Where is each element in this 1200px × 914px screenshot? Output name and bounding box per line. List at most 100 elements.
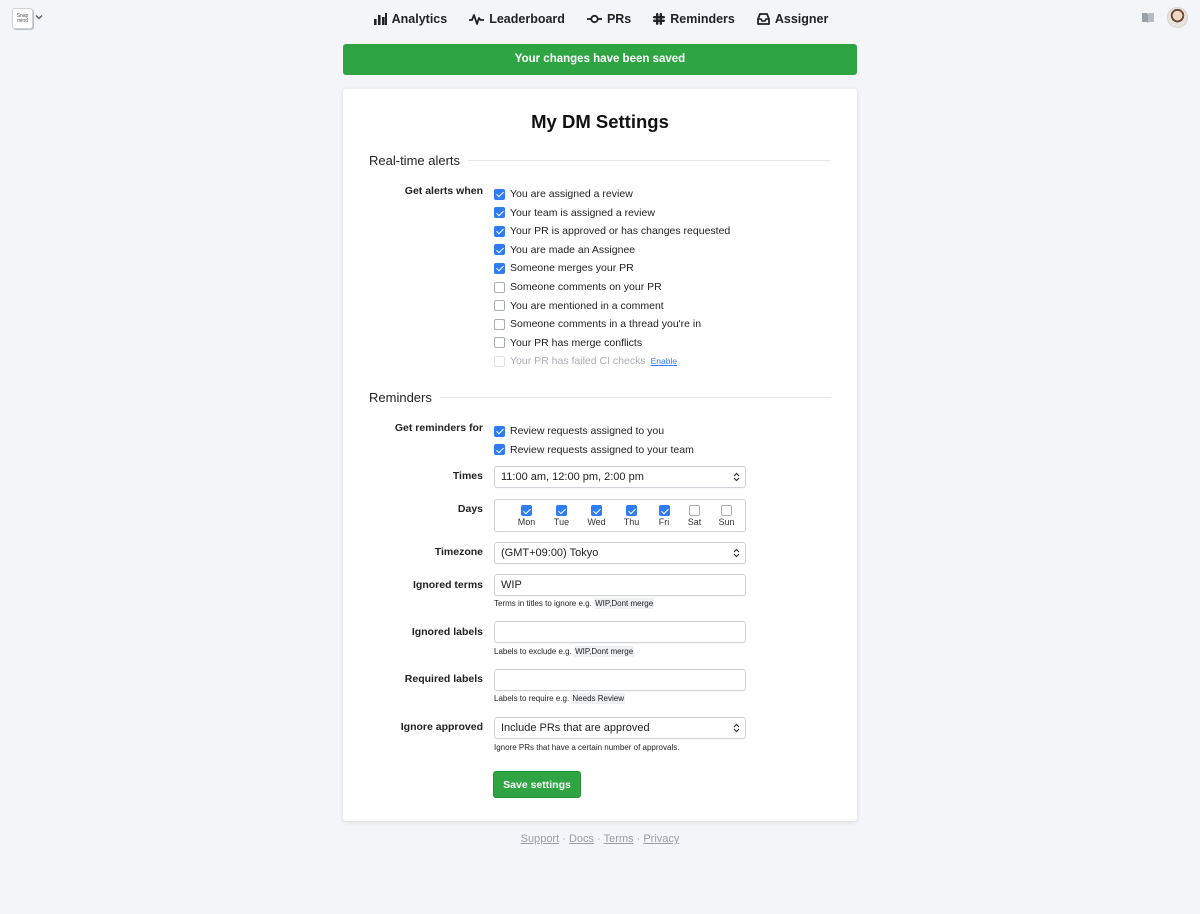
success-banner: Your changes have been saved — [343, 44, 857, 75]
reminder-option[interactable]: Review requests assigned to your team — [494, 444, 694, 456]
book-icon[interactable] — [1141, 12, 1155, 24]
day-tue[interactable]: Tue — [544, 500, 579, 531]
ignore-approved-select[interactable]: Include PRs that are approved — [494, 717, 746, 739]
checkbox-label: Review requests assigned to your team — [510, 443, 694, 456]
times-label: Times — [452, 470, 483, 482]
days-label: Days — [457, 503, 483, 515]
footer-separator: · — [559, 833, 569, 845]
required-labels-help-text: Labels to require e.g. — [494, 694, 570, 703]
page-title: My DM Settings — [531, 111, 669, 132]
ignored-labels-help: Labels to exclude e.g. WIP,Dont merge — [494, 646, 635, 657]
checkbox[interactable] — [689, 505, 700, 516]
top-navbar: Snap mind Analytics Leaderboard PRs Remi… — [0, 0, 1200, 38]
footer-link-docs[interactable]: Docs — [569, 833, 594, 845]
checkbox-label: Your team is assigned a review — [510, 206, 655, 219]
alert-option[interactable]: Someone comments on your PR — [494, 281, 662, 293]
select-arrows-icon — [733, 472, 740, 482]
ignored-terms-help: Terms in titles to ignore e.g. WIP,Dont … — [494, 598, 655, 609]
checkbox[interactable] — [494, 300, 505, 312]
checkbox[interactable] — [658, 505, 670, 516]
checkbox-label: You are made an Assignee — [510, 243, 636, 256]
alert-option[interactable]: You are made an Assignee — [494, 244, 635, 256]
times-select[interactable]: 11:00 am, 12:00 pm, 2:00 pm — [494, 466, 746, 488]
required-labels-input[interactable] — [494, 669, 746, 691]
timezone-select[interactable]: (GMT+09:00) Tokyo — [494, 542, 746, 564]
nav-leaderboard[interactable]: Leaderboard — [469, 12, 565, 26]
nav-prs[interactable]: PRs — [586, 12, 632, 26]
alert-option[interactable]: You are assigned a review — [494, 188, 633, 200]
section-divider — [439, 397, 831, 398]
day-label: Tue — [553, 517, 570, 527]
day-mon[interactable]: Mon — [509, 500, 544, 531]
get-alerts-label: Get alerts when — [404, 185, 483, 197]
day-thu[interactable]: Thu — [614, 500, 649, 531]
reminders-heading: Reminders — [369, 390, 831, 405]
checkbox[interactable] — [591, 505, 602, 516]
alert-option[interactable]: Your PR is approved or has changes reque… — [494, 225, 730, 237]
alert-option[interactable]: You are mentioned in a comment — [494, 300, 664, 312]
reminder-option[interactable]: Review requests assigned to you — [494, 425, 664, 437]
main-nav: Analytics Leaderboard PRs Reminders Assi… — [0, 0, 1200, 38]
ignore-approved-label: Ignore approved — [400, 721, 483, 733]
required-labels-example: Needs Review — [571, 693, 625, 704]
day-sun[interactable]: Sun — [710, 500, 743, 531]
ignore-approved-select-value: Include PRs that are approved — [501, 722, 650, 734]
checkbox[interactable] — [494, 225, 505, 237]
checkbox[interactable] — [494, 188, 505, 200]
nav-analytics[interactable]: Analytics — [373, 12, 448, 26]
user-avatar[interactable] — [1167, 7, 1188, 28]
nav-analytics-label: Analytics — [391, 12, 448, 26]
nav-reminders-label: Reminders — [670, 12, 735, 26]
checkbox[interactable] — [494, 262, 505, 274]
footer-link-privacy[interactable]: Privacy — [643, 833, 679, 845]
ignored-labels-help-text: Labels to exclude e.g. — [494, 647, 572, 656]
day-label: Wed — [587, 517, 606, 527]
checkbox[interactable] — [494, 444, 505, 456]
select-arrows-icon — [733, 723, 740, 733]
checkbox[interactable] — [626, 505, 637, 516]
save-settings-button[interactable]: Save settings — [493, 771, 581, 798]
timezone-select-value: (GMT+09:00) Tokyo — [501, 547, 599, 559]
day-sat[interactable]: Sat — [679, 500, 710, 531]
checkbox[interactable] — [494, 425, 505, 437]
checkbox-label: Your PR has merge conflicts — [510, 336, 643, 349]
nav-assigner[interactable]: Assigner — [756, 12, 828, 26]
day-label: Sun — [718, 517, 735, 527]
checkbox[interactable] — [721, 505, 732, 516]
day-wed[interactable]: Wed — [579, 500, 614, 531]
required-labels-help: Labels to require e.g. Needs Review — [494, 693, 625, 704]
checkbox-label: Your PR is approved or has changes reque… — [510, 225, 731, 238]
ignored-terms-example: WIP,Dont merge — [594, 598, 655, 609]
ignored-labels-example: WIP,Dont merge — [574, 646, 635, 657]
checkbox[interactable] — [494, 337, 505, 349]
footer-link-terms[interactable]: Terms — [604, 833, 634, 845]
days-picker: Mon Tue Wed Thu Fri Sat Sun — [494, 499, 746, 532]
checkbox[interactable] — [494, 281, 505, 293]
nav-prs-label: PRs — [606, 12, 632, 26]
checkbox[interactable] — [494, 207, 505, 219]
realtime-alerts-heading-text: Real-time alerts — [369, 153, 461, 168]
day-label: Thu — [623, 517, 640, 527]
alert-option[interactable]: Someone comments in a thread you're in — [494, 318, 701, 330]
checkbox — [494, 355, 505, 367]
checkbox[interactable] — [556, 505, 567, 516]
alert-option[interactable]: Your team is assigned a review — [494, 207, 655, 219]
day-fri[interactable]: Fri — [649, 500, 679, 531]
ignored-terms-input[interactable]: WIP — [494, 574, 746, 596]
day-label: Sat — [687, 517, 702, 527]
checkbox-label: Your PR has failed CI checks — [510, 355, 646, 368]
checkbox[interactable] — [494, 244, 505, 256]
footer-separator: · — [633, 833, 644, 845]
enable-ci-checks-link[interactable]: Enable — [651, 356, 677, 366]
day-label: Fri — [658, 517, 670, 527]
checkbox[interactable] — [521, 505, 532, 516]
ignored-labels-input[interactable] — [494, 621, 746, 643]
get-reminders-label: Get reminders for — [394, 422, 483, 434]
nav-reminders[interactable]: Reminders — [653, 12, 735, 26]
commit-icon — [586, 14, 602, 24]
checkbox-label: Someone comments in a thread you're in — [510, 318, 702, 331]
alert-option[interactable]: Your PR has merge conflicts — [494, 337, 642, 349]
footer-link-support[interactable]: Support — [521, 833, 560, 845]
checkbox[interactable] — [494, 318, 505, 330]
alert-option[interactable]: Someone merges your PR — [494, 262, 634, 274]
